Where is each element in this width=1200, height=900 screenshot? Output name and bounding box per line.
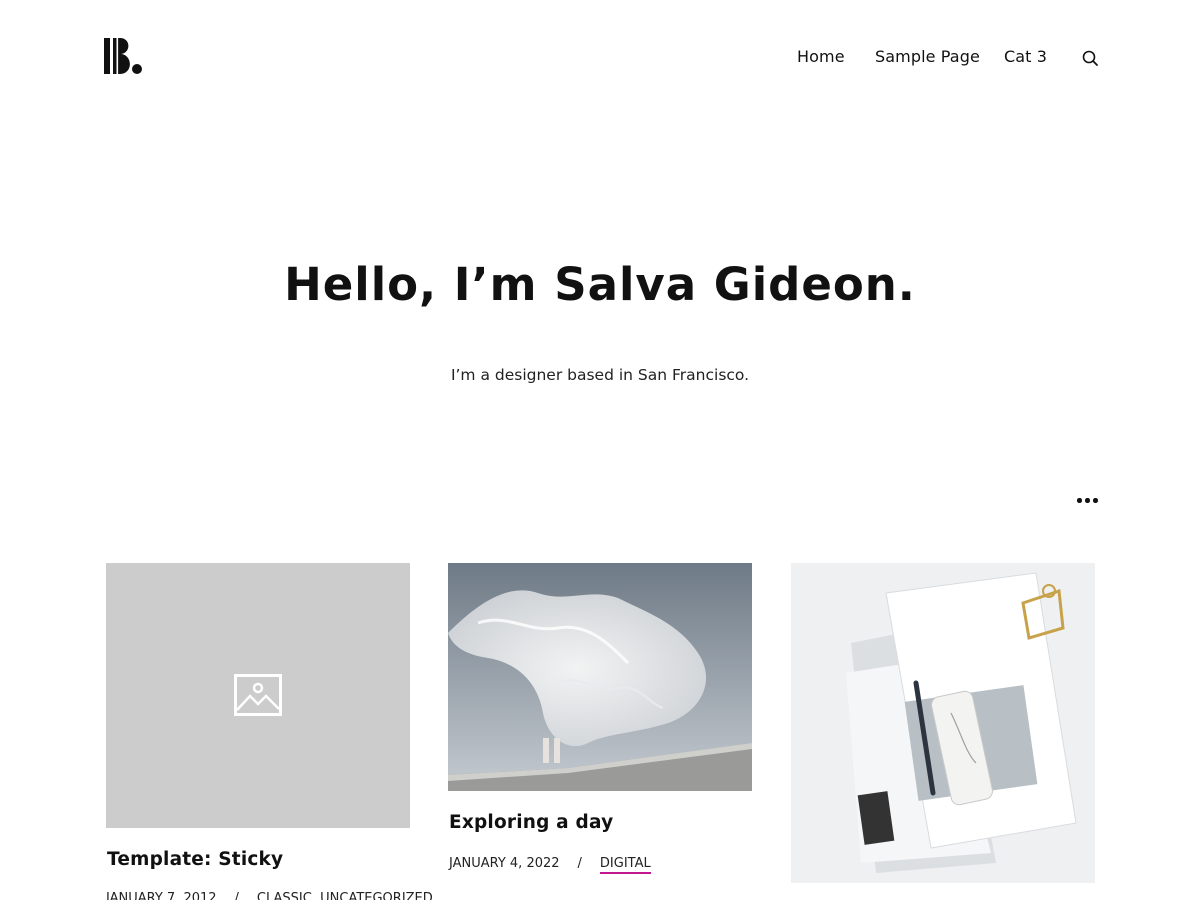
nav-link-cat-3[interactable]: Cat 3 [1004, 47, 1047, 66]
meta-separator: / [234, 891, 239, 900]
post-thumbnail-photo[interactable] [791, 563, 1095, 883]
post-date: JANUARY 4, 2022 [449, 856, 560, 871]
post-title[interactable]: Exploring a day [449, 812, 613, 833]
post-thumbnail-photo[interactable] [448, 563, 752, 791]
nav-link-sample-page[interactable]: Sample Page [875, 47, 980, 66]
search-icon[interactable] [1081, 49, 1099, 67]
post-thumbnail-placeholder[interactable] [106, 563, 410, 828]
post-meta: JANUARY 4, 2022 / DIGITAL [449, 856, 651, 874]
post-meta: JANUARY 7, 2012/CLASSIC, UNCATEGORIZED [106, 891, 433, 900]
hero-title: Hello, I’m Salva Gideon. [284, 258, 916, 311]
post-category-link[interactable]: CLASSIC [257, 891, 312, 900]
ellipsis-icon[interactable] [1077, 498, 1099, 506]
nav-link-home[interactable]: Home [797, 47, 845, 66]
placeholder-image-icon [234, 674, 282, 716]
post-category-link[interactable]: UNCATEGORIZED [320, 891, 433, 900]
post-category-link[interactable]: DIGITAL [599, 856, 651, 874]
photo-fabric-figure [448, 563, 752, 791]
post-title[interactable]: Template: Sticky [107, 849, 283, 870]
main-navigation: Home Sample Page Cat 3 [0, 47, 1200, 69]
post-date: JANUARY 7, 2012 [106, 891, 217, 900]
hero-subtitle: I’m a designer based in San Francisco. [450, 366, 750, 384]
photo-cereal-magazine [791, 563, 1095, 883]
meta-separator: / [577, 856, 582, 871]
